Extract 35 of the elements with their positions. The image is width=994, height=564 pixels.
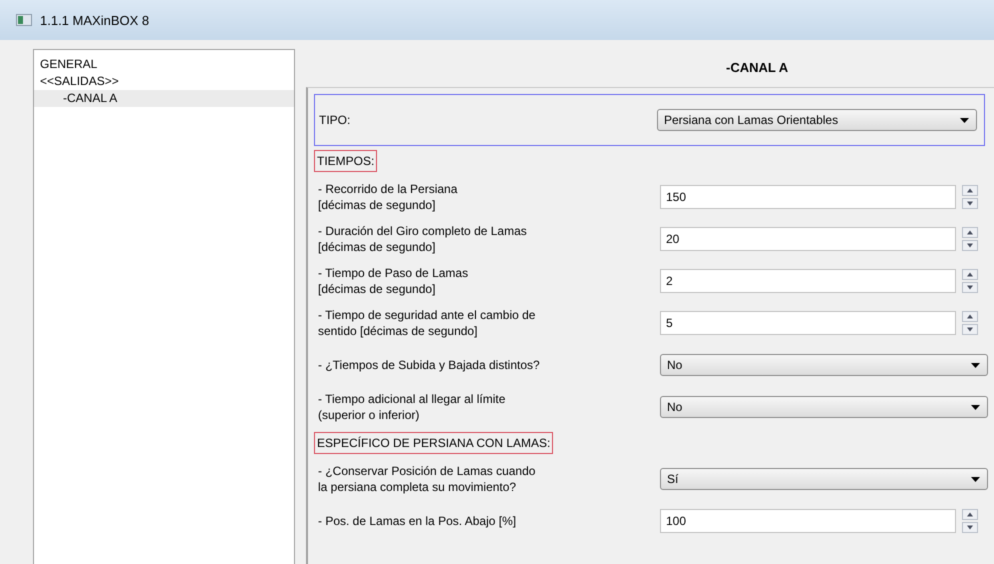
number-field[interactable]: 5 — [660, 311, 956, 335]
spinner-arrows-icon[interactable] — [962, 185, 978, 209]
spinner-arrows-icon[interactable] — [962, 227, 978, 251]
window-title: 1.1.1 MAXinBOX 8 — [40, 12, 150, 28]
field-label: - Recorrido de la Persiana [décimas de segundo] — [317, 181, 458, 213]
field-label: - Pos. de Lamas en la Pos. Abajo [%] — [317, 513, 518, 529]
field-label: TIPO: — [319, 113, 352, 127]
number-field[interactable]: 20 — [660, 227, 956, 251]
field-label: - Duración del Giro completo de Lamas [décimas de segundo] — [317, 223, 528, 255]
window-icon — [16, 14, 32, 26]
tree-item[interactable]: <<SALIDAS>> — [34, 73, 294, 90]
section-heading: ESPECÍFICO DE PERSIANA CON LAMAS: — [314, 432, 554, 454]
section-heading: TIEMPOS: — [314, 150, 378, 172]
type-dropdown[interactable]: Persiana con Lamas Orientables — [657, 109, 977, 131]
tree-item[interactable]: -CANAL A — [34, 90, 294, 107]
spinner-arrows-icon[interactable] — [962, 509, 978, 533]
dropdown[interactable]: No — [660, 354, 988, 376]
dropdown[interactable]: No — [660, 396, 988, 418]
dropdown[interactable]: Sí — [660, 468, 988, 490]
panel-title: -CANAL A — [725, 59, 790, 77]
caret-icon — [971, 404, 980, 410]
caret-icon — [960, 118, 969, 122]
field-label: - ¿Conservar Posición de Lamas cuando la persiana completa su movimiento? — [317, 463, 536, 495]
number-field[interactable]: 150 — [660, 185, 956, 209]
spinner-arrows-icon[interactable] — [962, 311, 978, 335]
field-label: - Tiempo adicional al llegar al límite (superior o inferior) — [317, 391, 506, 423]
caret-icon — [971, 476, 980, 482]
field-label: - Tiempo de seguridad ante el cambio de sentido [décimas de segundo] — [317, 307, 536, 339]
spinner-arrows-icon[interactable] — [962, 269, 978, 293]
field-label: - Tiempo de Paso de Lamas [décimas de segundo] — [317, 265, 470, 297]
number-field[interactable]: 100 — [660, 509, 956, 533]
caret-icon — [971, 362, 980, 368]
number-field[interactable]: 2 — [660, 269, 956, 293]
field-label: - ¿Tiempos de Subida y Bajada distintos? — [317, 357, 541, 373]
tree-item[interactable]: GENERAL — [34, 56, 294, 73]
